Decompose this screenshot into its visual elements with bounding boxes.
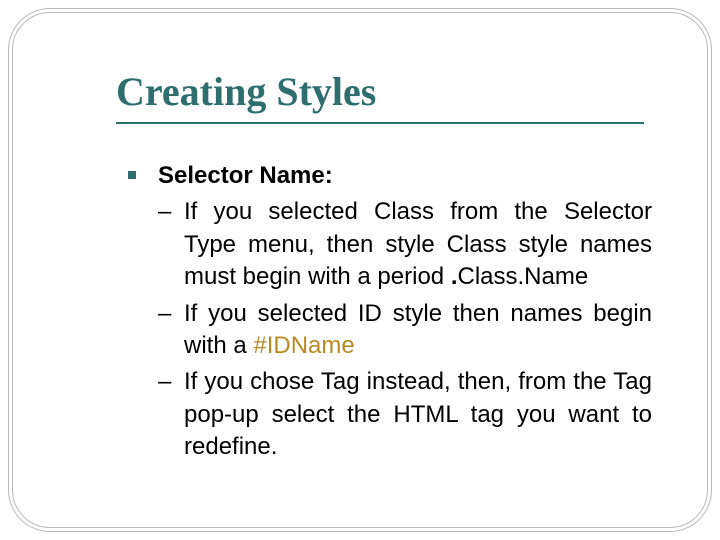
list-item: Selector Name: – If you selected Class f… bbox=[128, 160, 652, 464]
sub-item-text: If you selected Class from the Selector … bbox=[184, 196, 652, 293]
slide-title: Creating Styles bbox=[116, 68, 376, 115]
content-area: Selector Name: – If you selected Class f… bbox=[128, 160, 652, 464]
dash-bullet-icon: – bbox=[158, 366, 171, 398]
square-bullet-icon bbox=[128, 171, 136, 179]
dash-bullet-icon: – bbox=[158, 196, 171, 228]
text-segment: Class.Name bbox=[457, 263, 588, 290]
item-heading: Selector Name: bbox=[158, 160, 652, 192]
sub-item: – If you selected ID style then names be… bbox=[158, 298, 652, 363]
sub-item: – If you chose Tag instead, then, from t… bbox=[158, 366, 652, 463]
slide: Creating Styles Selector Name: – If you … bbox=[0, 0, 720, 540]
sub-item: – If you selected Class from the Selecto… bbox=[158, 196, 652, 293]
dash-bullet-icon: – bbox=[158, 298, 171, 330]
sub-item-text: If you chose Tag instead, then, from the… bbox=[184, 366, 652, 463]
title-underline bbox=[116, 122, 644, 124]
sub-item-text: If you selected ID style then names begi… bbox=[184, 298, 652, 363]
idname-emphasis: #IDName bbox=[253, 332, 354, 359]
